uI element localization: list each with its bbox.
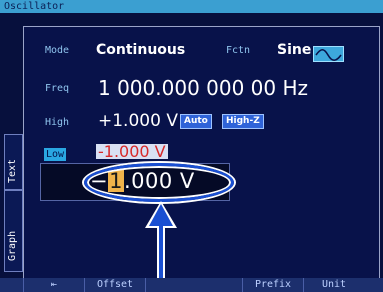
freq-value[interactable]: 1 000.000 000 00 Hz xyxy=(98,76,308,100)
highlight-ellipse xyxy=(84,163,234,202)
sine-wave-icon[interactable] xyxy=(313,46,344,62)
tab-graph-label: Graph xyxy=(7,230,18,261)
back-arrow-icon[interactable]: ⇤ xyxy=(23,278,84,292)
low-label[interactable]: Low xyxy=(44,148,66,161)
high-label: High xyxy=(45,117,70,128)
fctn-label: Fctn xyxy=(226,45,251,56)
mode-label: Mode xyxy=(45,45,70,56)
high-value[interactable]: +1.000 V xyxy=(98,111,178,131)
tab-graph[interactable]: Graph xyxy=(4,190,23,272)
callout-arrow-head xyxy=(149,204,173,226)
low-value[interactable]: -1.000 V xyxy=(96,144,168,159)
softkey-bar: ⇤ Offset Prefix Unit xyxy=(0,278,383,292)
softkey-prefix[interactable]: Prefix xyxy=(242,278,303,292)
softkey-offset[interactable]: Offset xyxy=(84,278,145,292)
highz-chip[interactable]: High-Z xyxy=(222,114,264,129)
fctn-value[interactable]: Sine xyxy=(277,42,311,58)
tab-text[interactable]: Text xyxy=(4,134,23,190)
freq-label: Freq xyxy=(45,83,70,94)
softkey-unit[interactable]: Unit xyxy=(303,278,364,292)
auto-chip[interactable]: Auto xyxy=(180,114,212,129)
window-title: Oscillator xyxy=(0,0,383,13)
mode-value[interactable]: Continuous xyxy=(96,42,185,58)
tab-text-label: Text xyxy=(7,158,18,183)
softkey-blank[interactable] xyxy=(145,278,206,292)
parameter-panel xyxy=(23,26,380,281)
